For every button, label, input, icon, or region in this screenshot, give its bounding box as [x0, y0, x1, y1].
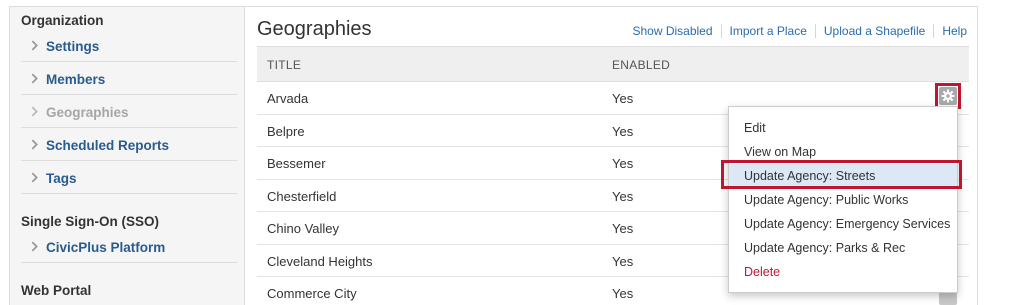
- menu-item-update-agency-public-works[interactable]: Update Agency: Public Works: [729, 188, 957, 212]
- sidebar-item-tags[interactable]: Tags: [21, 161, 237, 194]
- sidebar-item-label: Members: [46, 72, 106, 87]
- section-heading-web-portal: Web Portal: [21, 283, 92, 298]
- row-title: Chesterfield: [267, 188, 337, 204]
- row-actions-menu: Edit View on Map Update Agency: Streets …: [728, 106, 958, 293]
- chevron-right-icon: [31, 172, 38, 183]
- chevron-right-icon: [31, 241, 38, 252]
- row-enabled: Yes: [612, 188, 634, 204]
- table-header: TITLE ENABLED: [257, 46, 969, 82]
- row-title: Cleveland Heights: [267, 253, 373, 269]
- sidebar-item-scheduled-reports[interactable]: Scheduled Reports: [21, 128, 237, 161]
- chevron-right-icon: [31, 106, 38, 117]
- column-header-title[interactable]: TITLE: [267, 58, 301, 72]
- import-place-link[interactable]: Import a Place: [720, 24, 815, 38]
- sidebar-item-label: Geographies: [46, 105, 129, 120]
- sidebar-item-label: CivicPlus Platform: [46, 240, 166, 255]
- sidebar-item-label: Tags: [46, 171, 77, 186]
- sidebar-item-civicplus-platform[interactable]: CivicPlus Platform: [21, 230, 237, 263]
- column-header-enabled[interactable]: ENABLED: [612, 58, 670, 72]
- menu-item-delete[interactable]: Delete: [729, 260, 957, 284]
- row-enabled: Yes: [612, 156, 634, 171]
- header-links: Show Disabled Import a Place Upload a Sh…: [624, 24, 967, 38]
- row-actions-button[interactable]: [939, 87, 957, 105]
- row-enabled: Yes: [612, 123, 634, 139]
- upload-shapefile-link[interactable]: Upload a Shapefile: [814, 24, 933, 38]
- sidebar: Organization Settings Members Geographie…: [9, 6, 245, 305]
- sidebar-item-members[interactable]: Members: [21, 62, 237, 95]
- chevron-right-icon: [31, 40, 38, 51]
- chevron-right-icon: [31, 139, 38, 150]
- sidebar-item-label: Scheduled Reports: [46, 138, 170, 153]
- selected-item-highlight: [721, 160, 962, 189]
- chevron-right-icon: [31, 73, 38, 84]
- sidebar-item-geographies[interactable]: Geographies: [21, 95, 237, 128]
- row-enabled: Yes: [612, 286, 634, 301]
- row-title: Bessemer: [267, 156, 326, 171]
- menu-item-update-agency-emergency-services[interactable]: Update Agency: Emergency Services: [729, 212, 957, 236]
- row-enabled: Yes: [612, 221, 634, 236]
- row-enabled: Yes: [612, 253, 634, 269]
- row-title: Arvada: [267, 91, 309, 106]
- help-link[interactable]: Help: [933, 24, 967, 38]
- gear-icon: [941, 89, 955, 103]
- show-disabled-link[interactable]: Show Disabled: [624, 24, 720, 38]
- row-title: Commerce City: [267, 286, 357, 301]
- menu-item-update-agency-parks-rec[interactable]: Update Agency: Parks & Rec: [729, 236, 957, 260]
- page-title: Geographies: [257, 18, 372, 40]
- sidebar-item-settings[interactable]: Settings: [21, 29, 237, 62]
- row-title: Belpre: [267, 123, 305, 139]
- sidebar-item-label: Settings: [46, 39, 100, 54]
- menu-item-edit[interactable]: Edit: [729, 116, 957, 140]
- section-heading-organization: Organization: [21, 13, 104, 28]
- row-enabled: Yes: [612, 91, 634, 106]
- section-heading-sso: Single Sign-On (SSO): [21, 214, 159, 229]
- row-title: Chino Valley: [267, 221, 340, 236]
